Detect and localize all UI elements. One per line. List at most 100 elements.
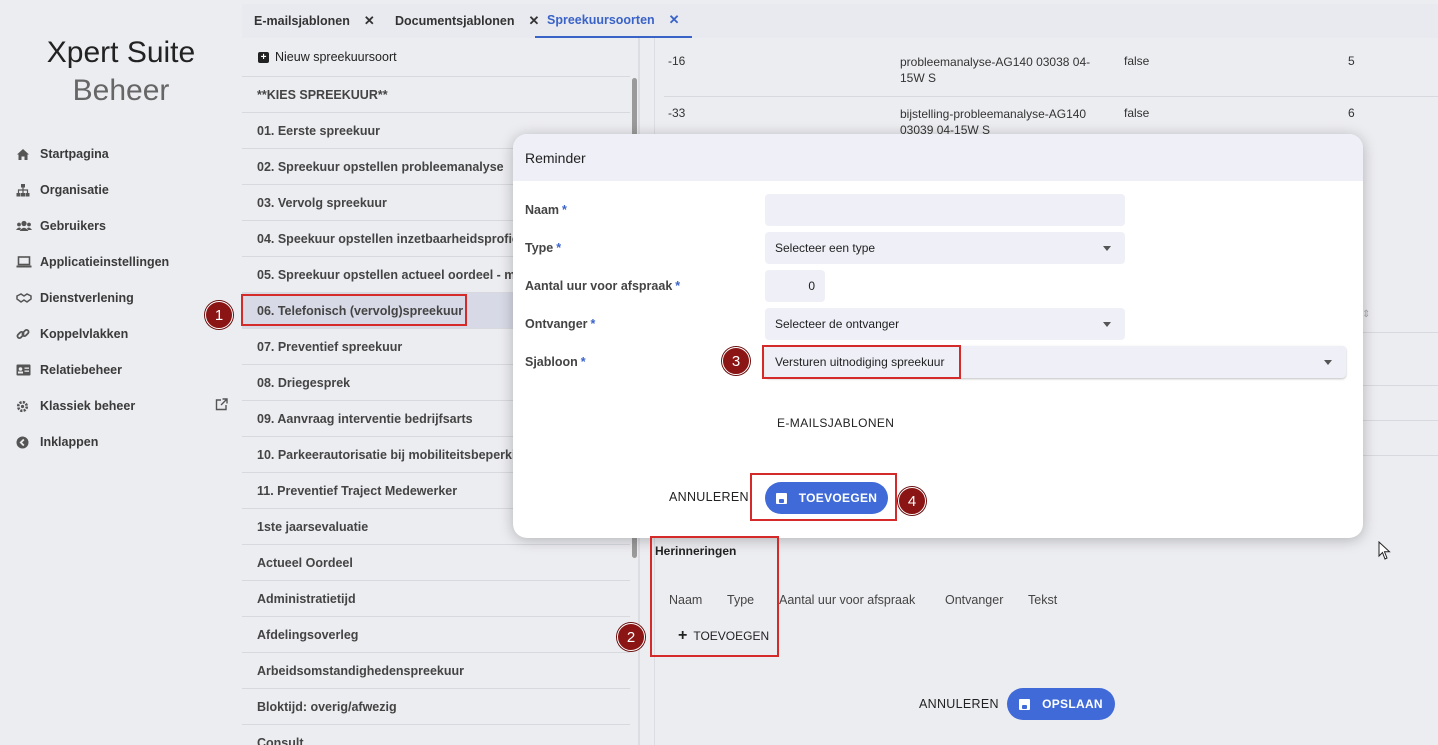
step-badge-4: 4 [898,487,926,515]
email-templates-button[interactable]: E-MAILSJABLONEN [777,416,894,430]
field-label-text: Naam [525,203,560,217]
list-item-label: 03. Vervolg spreekuur [257,195,387,210]
tab-label: E-mailsjablonen [254,14,350,28]
list-item-label: 07. Preventief spreekuur [257,339,403,354]
table-cell-name: probleemanalyse-AG140 03038 04- 15W S [900,54,1090,86]
table-cell-flag: false [1124,54,1150,68]
row-divider [1358,420,1438,421]
ontvanger-select[interactable]: Selecteer de ontvanger [765,308,1125,340]
sidebar: Xpert Suite Beheer Startpagina Organisat… [0,0,242,745]
row-divider [1358,385,1438,386]
list-item-label: 04. Speekuur opstellen inzetbaarheidspro… [257,231,519,246]
table-cell-name-line: bijstelling-probleemanalyse-AG140 [900,107,1087,121]
tab-documentsjablonen[interactable]: Documentsjablonen ✕ [395,4,539,38]
list-item-label: 02. Spreekuur opstellen probleemanalyse [257,159,504,174]
table-cell-id: -16 [668,54,686,68]
sidebar-item-applicatieinstellingen[interactable]: Applicatieinstellingen [0,244,242,280]
external-link-icon[interactable] [215,398,228,414]
column-header-tekst: Tekst [1028,593,1058,607]
highlight-box-3 [762,345,961,379]
highlight-box-1 [241,294,467,326]
required-marker: * [562,203,567,217]
app-title: Xpert Suite [46,36,196,69]
cancel-button[interactable]: ANNULEREN [919,697,999,711]
list-item-label: Administratietijd [257,591,356,606]
list-item-label: Afdelingsoverleg [257,627,359,642]
list-item-label: Bloktijd: overig/afwezig [257,699,397,714]
naam-label: Naam * [525,203,567,217]
type-select[interactable]: Selecteer een type [765,232,1125,264]
list-item[interactable]: Consult [242,724,630,745]
naam-input[interactable] [765,194,1125,226]
laptop-icon [16,256,40,268]
handshake-icon [16,292,40,304]
list-item-label: **KIES SPREEKUUR** [257,87,388,102]
highlight-box-4 [750,473,897,521]
type-label: Type * [525,241,561,255]
save-label: OPSLAAN [1042,697,1103,711]
gear-icon [16,400,40,413]
required-marker: * [556,241,562,255]
reminder-dialog: Reminder Naam * Type * Selecteer een type … [513,134,1363,538]
sidebar-item-label: Organisatie [40,183,109,197]
app-brand: Xpert Suite Beheer [0,34,242,110]
dialog-title: Reminder [513,134,1363,181]
sidebar-item-label: Relatiebeheer [40,363,122,377]
close-icon[interactable]: ✕ [364,13,375,29]
list-item[interactable]: Actueel Oordeel [242,544,630,580]
sidebar-item-klassiek-beheer[interactable]: Klassiek beheer [0,388,242,424]
field-label-text: Sjabloon [525,355,578,369]
new-spreekuursoort-button[interactable]: + Nieuw spreekuursoort [258,50,397,64]
required-marker: * [590,317,596,331]
dialog-cancel-button[interactable]: ANNULEREN [669,490,749,504]
tab-spreekuursoorten[interactable]: Spreekuursoorten ✕ [535,4,692,38]
list-item-label: Consult [257,735,304,745]
save-button[interactable]: OPSLAAN [1007,688,1115,720]
row-divider [664,96,1438,97]
tab-bar: E-mailsjablonen ✕ Documentsjablonen ✕ Sp… [242,4,1438,38]
plus-square-icon: + [258,51,269,63]
list-item[interactable]: Afdelingsoverleg [242,616,630,652]
chevron-left-circle-icon [16,436,40,449]
ontvanger-select-value: Selecteer de ontvanger [775,317,900,331]
tab-e-mailsjablonen[interactable]: E-mailsjablonen ✕ [254,4,375,38]
list-item[interactable]: **KIES SPREEKUUR** [242,76,630,112]
row-divider [1358,332,1438,333]
table-cell-num: 5 [1348,54,1355,68]
list-item-label: 11. Preventief Traject Medewerker [257,483,458,498]
list-item[interactable]: Arbeidsomstandighedenspreekuur [242,652,630,688]
chevron-down-icon [1324,360,1332,365]
field-label-text: Type [525,241,554,255]
sidebar-item-label: Koppelvlakken [40,327,129,341]
new-spreekuursoort-label: Nieuw spreekuursoort [275,50,397,64]
sidebar-item-inklappen[interactable]: Inklappen [0,424,242,460]
close-icon[interactable]: ✕ [669,12,680,28]
link-icon [16,327,40,341]
sidebar-item-startpagina[interactable]: Startpagina [0,136,242,172]
list-item-label: 08. Driegesprek [257,375,351,390]
row-divider [1358,455,1438,456]
sidebar-item-organisatie[interactable]: Organisatie [0,172,242,208]
users-icon [16,220,40,232]
list-item[interactable]: Bloktijd: overig/afwezig [242,688,630,724]
ontvanger-label: Ontvanger * [525,317,595,331]
column-header-ontvanger: Ontvanger [945,593,1004,607]
sidebar-item-label: Inklappen [40,435,99,449]
step-badge-2: 2 [617,623,645,651]
chevron-down-icon [1103,322,1111,327]
sidebar-item-label: Startpagina [40,147,109,161]
step-badge-1: 1 [205,301,233,329]
app-subtitle: Beheer [72,74,170,107]
sidebar-item-label: Klassiek beheer [40,399,136,413]
aantal-uur-input[interactable]: 0 [765,270,825,302]
list-item-label: 10. Parkeerautorisatie bij mobiliteitsbe… [257,447,516,462]
field-label-text: Aantal uur voor afspraak [525,279,673,293]
list-item-label: 09. Aanvraag interventie bedrijfsarts [257,411,473,426]
sidebar-item-gebruikers[interactable]: Gebruikers [0,208,242,244]
sidebar-item-relatiebeheer[interactable]: Relatiebeheer [0,352,242,388]
list-item-label: 1ste jaarsevaluatie [257,519,369,534]
save-icon [1019,698,1031,710]
type-select-value: Selecteer een type [775,241,876,255]
list-item-label: Actueel Oordeel [257,555,353,570]
list-item[interactable]: Administratietijd [242,580,630,616]
